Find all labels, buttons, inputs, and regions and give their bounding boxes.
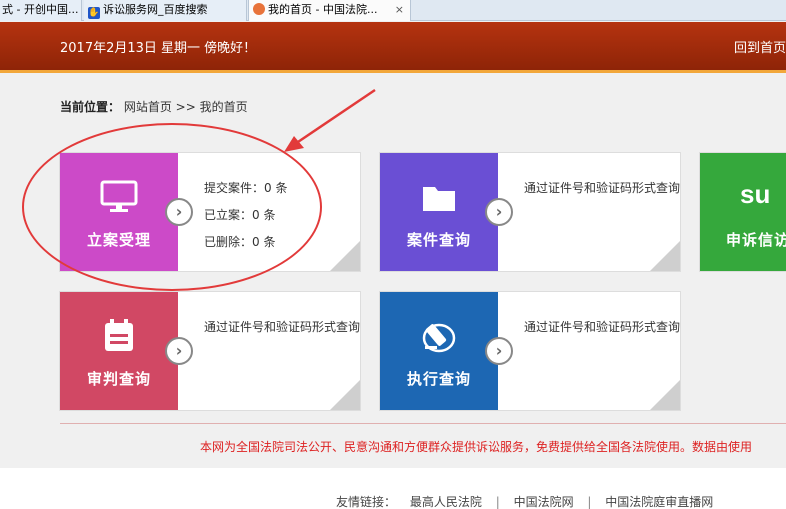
date-greeting: 2017年2月13日 星期一 傍晚好！ xyxy=(60,41,257,56)
tab-label: 我的首页 - 中国法院... xyxy=(268,3,378,16)
tab-kaichuang[interactable]: 式 - 开创中国... xyxy=(0,0,82,21)
submitted-count: 提交案件：0 条 xyxy=(204,181,288,195)
friend-links: 友情链接： 最高人民法院 | 中国法院网 | 中国法院庭审直播网 xyxy=(336,493,723,509)
browser-tab-bar: 式 - 开创中国... ✋ 诉讼服务网_百度搜索 我的首页 - 中国法院... × xyxy=(0,0,786,21)
tab-my-homepage[interactable]: 我的首页 - 中国法院... × xyxy=(248,0,411,21)
friend-links-label: 友情链接： xyxy=(336,495,397,509)
header-divider xyxy=(0,70,786,73)
case-filing-stats: 提交案件：0 条 已立案：0 条 已删除：0 条 xyxy=(204,175,287,256)
service-notice: 本网为全国法院司法公开、民意沟通和方便群众提供诉讼服务，免费提供给全国各法院使用… xyxy=(200,440,753,454)
tab-label: 式 - 开创中国... xyxy=(2,3,79,16)
link-separator: | xyxy=(495,495,500,509)
execution-query-card[interactable]: 执行查询 › 通过证件号和验证码形式查询 xyxy=(379,291,681,411)
chevron-right-icon[interactable]: › xyxy=(485,198,513,226)
tab-label: 诉讼服务网_百度搜索 xyxy=(103,3,208,16)
petition-card[interactable]: su 申诉信访 xyxy=(699,152,786,272)
chevron-right-icon[interactable]: › xyxy=(485,337,513,365)
deleted-count: 已删除：0 条 xyxy=(204,235,276,249)
site-footer: 友情链接： 最高人民法院 | 中国法院网 | 中国法院庭审直播网 xyxy=(0,468,786,509)
chevron-right-icon[interactable]: › xyxy=(165,337,193,365)
annotation-arrow xyxy=(284,88,376,152)
court-emblem-icon xyxy=(253,3,265,15)
site-header: 2017年2月13日 星期一 傍晚好！ 回到首页 xyxy=(0,22,786,70)
close-tab-icon[interactable]: × xyxy=(395,0,404,20)
trial-query-tile[interactable]: 审判查询 xyxy=(60,292,178,410)
chevron-right-icon[interactable]: › xyxy=(165,198,193,226)
link-trial-live[interactable]: 中国法院庭审直播网 xyxy=(605,495,713,509)
link-separator: | xyxy=(587,495,592,509)
case-filing-card[interactable]: 立案受理 › 提交案件：0 条 已立案：0 条 已删除：0 条 xyxy=(59,152,361,272)
breadcrumb: 当前位置： 网站首页 >> 我的首页 xyxy=(60,98,248,115)
filed-count: 已立案：0 条 xyxy=(204,208,276,222)
execution-query-tile[interactable]: 执行查询 xyxy=(380,292,498,410)
trial-query-title: 审判查询 xyxy=(86,370,151,388)
home-link[interactable]: 回到首页 xyxy=(734,37,786,56)
stumble-icon: su xyxy=(740,179,771,209)
trial-query-card[interactable]: 审判查询 › 通过证件号和验证码形式查询 xyxy=(59,291,361,411)
card-corner xyxy=(650,241,680,271)
breadcrumb-path[interactable]: 网站首页 >> 我的首页 xyxy=(124,100,248,114)
trial-query-desc: 通过证件号和验证码形式查询 xyxy=(204,320,361,334)
card-corner xyxy=(330,380,360,410)
monitor-icon xyxy=(100,180,138,212)
case-query-card[interactable]: 案件查询 › 通过证件号和验证码形式查询 xyxy=(379,152,681,272)
petition-tile[interactable]: su 申诉信访 xyxy=(700,153,786,271)
case-filing-tile[interactable]: 立案受理 xyxy=(60,153,178,271)
baidu-paw-icon: ✋ xyxy=(88,7,100,19)
card-corner xyxy=(650,380,680,410)
execution-query-title: 执行查询 xyxy=(406,370,471,388)
link-supreme-court[interactable]: 最高人民法院 xyxy=(410,495,482,509)
breadcrumb-label: 当前位置： xyxy=(60,100,121,114)
case-query-title: 案件查询 xyxy=(406,231,471,249)
execution-query-desc: 通过证件号和验证码形式查询 xyxy=(524,320,681,334)
case-filing-title: 立案受理 xyxy=(86,231,151,249)
gavel-icon xyxy=(422,323,456,353)
folder-icon xyxy=(423,187,455,211)
tab-baidu-search[interactable]: ✋ 诉讼服务网_百度搜索 xyxy=(84,0,247,21)
calendar-icon xyxy=(105,319,133,351)
petition-title: 申诉信访 xyxy=(726,231,786,249)
case-query-desc: 通过证件号和验证码形式查询 xyxy=(524,181,681,195)
link-chinacourt[interactable]: 中国法院网 xyxy=(514,495,574,509)
notice-divider xyxy=(60,423,786,424)
case-query-tile[interactable]: 案件查询 xyxy=(380,153,498,271)
card-corner xyxy=(330,241,360,271)
